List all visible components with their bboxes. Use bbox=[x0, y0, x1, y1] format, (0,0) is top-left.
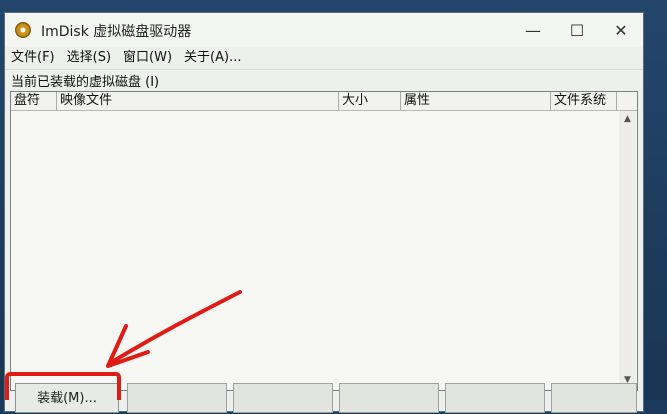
minimize-button[interactable]: — bbox=[511, 13, 555, 47]
scroll-up-icon[interactable]: ▲ bbox=[619, 111, 636, 128]
menu-select[interactable]: 选择(S) bbox=[61, 47, 117, 69]
column-size[interactable]: 大小 bbox=[339, 92, 401, 110]
list-header: 盘符 映像文件 大小 属性 文件系统 bbox=[11, 92, 637, 111]
mount-button[interactable]: 装载(M)... bbox=[15, 383, 119, 413]
menu-about[interactable]: 关于(A)... bbox=[178, 47, 247, 69]
imdisk-window: ImDisk 虚拟磁盘驱动器 — ☐ ✕ 文件(F) 选择(S) 窗口(W) 关… bbox=[4, 12, 645, 413]
menu-window[interactable]: 窗口(W) bbox=[117, 47, 178, 69]
action-button-row: 装载(M)... bbox=[5, 383, 645, 413]
action-button-2[interactable] bbox=[127, 383, 227, 413]
action-button-5[interactable] bbox=[445, 383, 545, 413]
column-drive-letter[interactable]: 盘符 bbox=[11, 92, 57, 110]
window-controls: — ☐ ✕ bbox=[511, 13, 643, 47]
close-button[interactable]: ✕ bbox=[599, 13, 643, 47]
menu-file[interactable]: 文件(F) bbox=[5, 47, 61, 69]
mounted-disks-label: 当前已装载的虚拟磁盘 (I) bbox=[11, 75, 160, 90]
maximize-button[interactable]: ☐ bbox=[555, 13, 599, 47]
action-button-4[interactable] bbox=[339, 383, 439, 413]
imdisk-disk-icon bbox=[15, 22, 31, 38]
column-filesystem[interactable]: 文件系统 bbox=[551, 92, 617, 110]
title-bar[interactable]: ImDisk 虚拟磁盘驱动器 — ☐ ✕ bbox=[5, 13, 643, 47]
vertical-scrollbar[interactable]: ▲ ▼ bbox=[619, 111, 636, 389]
menu-bar: 文件(F) 选择(S) 窗口(W) 关于(A)... bbox=[5, 47, 643, 70]
window-title: ImDisk 虚拟磁盘驱动器 bbox=[41, 24, 192, 40]
action-button-3[interactable] bbox=[233, 383, 333, 413]
mounted-disks-list[interactable]: 盘符 映像文件 大小 属性 文件系统 ▲ ▼ bbox=[10, 91, 638, 391]
column-image-file[interactable]: 映像文件 bbox=[57, 92, 339, 110]
action-button-6[interactable] bbox=[551, 383, 637, 413]
column-attributes[interactable]: 属性 bbox=[401, 92, 551, 110]
